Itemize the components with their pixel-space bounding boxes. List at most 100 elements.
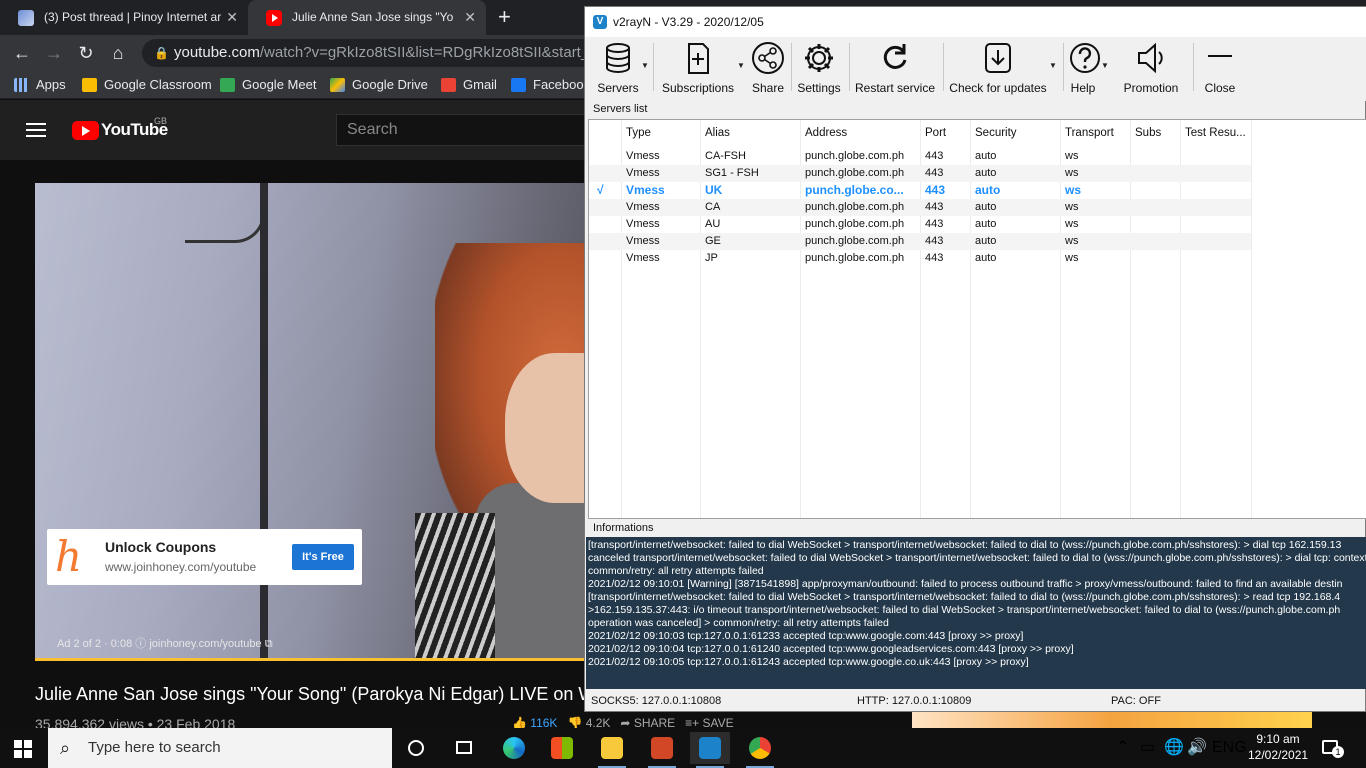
column-header-port[interactable]: Port (920, 120, 970, 146)
powerpoint-icon[interactable] (642, 732, 682, 768)
servers-button[interactable]: Servers (595, 39, 641, 97)
taskbar-search-input[interactable]: ⌕ Type here to search (48, 728, 392, 768)
help-button[interactable]: Help (1067, 39, 1100, 97)
log-panel[interactable]: [transport/internet/websocket: failed to… (586, 537, 1366, 689)
v2rayn-titlebar[interactable]: V v2rayN - V3.29 - 2020/12/05 (585, 7, 1366, 37)
updates-dropdown-icon[interactable]: ▼ (1049, 61, 1057, 70)
back-icon[interactable]: ← (10, 41, 34, 65)
notification-center-icon[interactable]: 1 (1322, 738, 1344, 758)
column-header-alias[interactable]: Alias (700, 120, 800, 146)
facebook-icon (511, 78, 526, 92)
restart-service-button[interactable]: Restart service (855, 39, 935, 97)
toolbar-separator (849, 43, 850, 91)
video-title: Julie Anne San Jose sings "Your Song" (P… (35, 684, 595, 704)
subscriptions-button[interactable]: Subscriptions (659, 39, 737, 97)
toolbar-label: Check for updates (949, 81, 1047, 95)
youtube-search-input[interactable]: Search (336, 114, 596, 146)
windows-taskbar: ⌕ Type here to search ⌃ ▭ 🌐 🔊 ENG 9:10 am… (0, 728, 1366, 768)
ad-info[interactable]: Ad 2 of 2 · 0:08 ⓘ joinhoney.com/youtube… (57, 635, 273, 651)
table-row[interactable]: Vmess CA-FSH punch.globe.com.ph 443 auto ws (589, 148, 1251, 165)
forward-icon[interactable]: → (42, 41, 66, 65)
bookmark-apps[interactable]: Apps (14, 71, 66, 99)
table-row[interactable]: Vmess CA punch.globe.com.ph 443 auto ws (589, 199, 1251, 216)
table-row[interactable]: √ Vmess UK punch.globe.co... 443 auto ws (589, 182, 1251, 199)
speaker-icon (1138, 42, 1163, 74)
table-header: Type Alias Address Port Security Transpo… (589, 120, 1366, 146)
subscriptions-dropdown-icon[interactable]: ▼ (737, 61, 745, 70)
toolbar-label: Share (751, 81, 785, 95)
battery-icon[interactable]: ▭ (1140, 728, 1155, 768)
servers-dropdown-icon[interactable]: ▼ (641, 61, 649, 70)
bookmark-google-drive[interactable]: Google Drive (330, 71, 428, 99)
column-header-subs[interactable]: Subs (1130, 120, 1180, 146)
table-row[interactable]: Vmess AU punch.globe.com.ph 443 auto ws (589, 216, 1251, 233)
file-explorer-icon[interactable] (592, 732, 632, 768)
subscription-icon (688, 43, 709, 74)
windows-start-icon[interactable] (14, 740, 32, 758)
toolbar-separator (1193, 43, 1194, 91)
servers-table[interactable]: Type Alias Address Port Security Transpo… (588, 119, 1366, 519)
table-row[interactable]: Vmess JP punch.globe.com.ph 443 auto ws (589, 250, 1251, 267)
help-dropdown-icon[interactable]: ▼ (1101, 61, 1109, 70)
share-button[interactable]: Share (749, 39, 787, 97)
menu-icon[interactable] (26, 123, 46, 137)
table-row[interactable]: Vmess GE punch.globe.com.ph 443 auto ws (589, 233, 1251, 250)
column-header-address[interactable]: Address (800, 120, 920, 146)
toolbar-separator (943, 43, 944, 91)
language-indicator[interactable]: ENG (1212, 728, 1247, 768)
v2rayn-toolbar: Servers ▼ Subscriptions ▼ Share Settings… (585, 37, 1366, 101)
meet-icon (220, 78, 235, 92)
promotion-button[interactable]: Promotion (1119, 39, 1183, 97)
check-updates-button[interactable]: Check for updates (949, 39, 1047, 97)
bookmark-google-meet[interactable]: Google Meet (220, 71, 316, 99)
download-icon (985, 43, 1011, 73)
video-player[interactable]: h Unlock Coupons www.joinhoney.com/youtu… (35, 183, 595, 661)
tab-close-icon[interactable]: ✕ (226, 0, 238, 35)
tab-youtube[interactable]: Julie Anne San Jose sings "Yo ✕ (248, 0, 486, 35)
home-icon[interactable]: ⌂ (106, 41, 130, 65)
new-tab-button[interactable]: + (498, 5, 511, 29)
honey-banner-ad[interactable] (912, 712, 1312, 728)
bookmark-label: Facebook (533, 77, 591, 92)
region-code: GB (154, 116, 168, 126)
table-row[interactable]: Vmess SG1 - FSH punch.globe.com.ph 443 auto w… (589, 165, 1251, 182)
chrome-icon[interactable] (740, 732, 780, 768)
column-header-test-result[interactable]: Test Resu... (1180, 120, 1251, 146)
cell-security: auto (975, 252, 997, 264)
cell-type: Vmess (626, 218, 660, 230)
apps-grid-icon (14, 78, 29, 92)
ad-cta-button[interactable]: It's Free (292, 544, 354, 570)
bookmark-facebook[interactable]: Facebook (511, 71, 590, 99)
edge-icon[interactable] (494, 732, 534, 764)
bookmark-google-classroom[interactable]: Google Classroom (82, 71, 212, 99)
reload-icon[interactable]: ↻ (74, 41, 98, 65)
clock[interactable]: 9:10 am 12/02/2021 (1248, 731, 1308, 763)
cell-alias: JP (705, 252, 718, 264)
tab-close-icon[interactable]: ✕ (464, 0, 476, 35)
settings-button[interactable]: Settings (795, 39, 843, 97)
show-hidden-icons-icon[interactable]: ⌃ (1116, 728, 1129, 768)
column-header-transport[interactable]: Transport (1060, 120, 1130, 146)
cell-port: 443 (925, 167, 944, 179)
clock-time: 9:10 am (1256, 732, 1300, 746)
v2rayn-taskbar-icon[interactable] (690, 732, 730, 768)
cell-security: auto (975, 218, 997, 230)
volume-icon[interactable]: 🔊 (1187, 728, 1207, 768)
cell-alias: SG1 - FSH (705, 167, 759, 179)
tab-pinoy-internet[interactable]: (3) Post thread | Pinoy Internet ar ✕ (0, 0, 248, 35)
column-header-type[interactable]: Type (621, 120, 700, 146)
column-header-security[interactable]: Security (970, 120, 1060, 146)
network-icon[interactable]: 🌐 (1164, 728, 1184, 768)
bookmark-label: Google Meet (242, 77, 317, 92)
cell-address: punch.globe.com.ph (805, 235, 905, 247)
microsoft-store-icon[interactable] (542, 732, 582, 764)
log-line: >162.159.135.37:443: i/o timeout transpo… (588, 604, 1341, 616)
cortana-icon[interactable] (396, 732, 436, 764)
ad-card[interactable]: h Unlock Coupons www.joinhoney.com/youtu… (47, 529, 362, 585)
address-bar[interactable]: 🔒 youtube.com/watch?v=gRkIzo8tSII&list=RD… (142, 39, 602, 67)
bookmark-gmail[interactable]: Gmail (441, 71, 497, 99)
bookmark-label: Apps (36, 77, 66, 92)
cell-address: punch.globe.co... (805, 183, 904, 197)
close-button[interactable]: Close (1199, 39, 1241, 97)
task-view-icon[interactable] (444, 732, 484, 764)
